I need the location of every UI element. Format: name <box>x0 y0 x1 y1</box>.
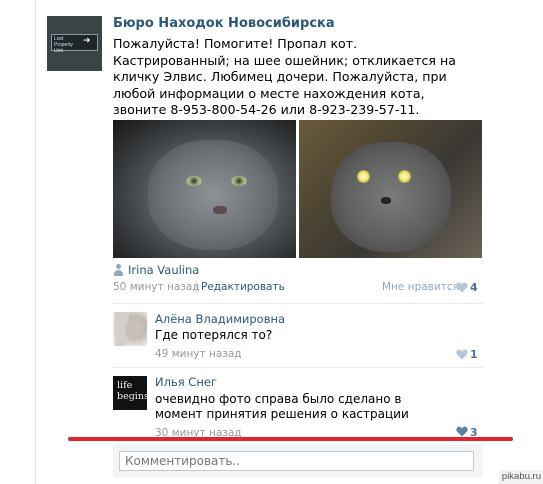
arrow-right-icon: ➜ <box>83 36 91 46</box>
cat-nose <box>381 197 391 204</box>
cat-eye-left <box>357 170 370 183</box>
edit-button[interactable]: Редактировать <box>201 281 285 294</box>
cat-head <box>331 142 451 252</box>
divider <box>113 367 483 368</box>
avatar[interactable] <box>113 312 147 346</box>
post-photo-2[interactable] <box>299 120 482 258</box>
group-avatar-text: Lost Property Unit <box>54 36 73 54</box>
comment-author-link[interactable]: Алёна Владимировна <box>155 312 285 326</box>
like-button[interactable]: Мне нравится <box>382 281 459 294</box>
post-photo-1[interactable] <box>113 120 296 258</box>
comment-text: очевидно фото справа было сделано в моме… <box>155 392 409 421</box>
comment-time-link[interactable]: 49 минут назад <box>155 348 242 361</box>
group-avatar[interactable]: Lost Property Unit ➜ <box>47 16 102 71</box>
cat-eye-right <box>398 170 411 183</box>
watermark: pikabu.ru <box>499 470 543 484</box>
avatar-text: life begins <box>117 380 147 402</box>
post-time-link[interactable]: 50 минут назад <box>113 281 200 294</box>
cat-nose <box>213 206 227 214</box>
like-count: 1 <box>470 348 478 361</box>
feed-left-border <box>35 0 36 484</box>
avatar-face <box>125 320 141 340</box>
comment-author-link[interactable]: Илья Снег <box>155 375 217 389</box>
heart-icon[interactable] <box>456 426 468 437</box>
user-icon <box>113 264 124 276</box>
comment-input[interactable] <box>119 451 474 471</box>
group-name-link[interactable]: Бюро Находок Новосибирска <box>113 15 335 33</box>
cat-head <box>148 140 278 250</box>
divider <box>113 303 483 304</box>
post-text: Пожалуйста! Помогите! Пропал кот. Кастри… <box>113 36 456 117</box>
heart-icon[interactable] <box>456 282 468 293</box>
comment-text: Где потерялся то? <box>155 328 273 342</box>
meta-separator <box>196 282 197 293</box>
post-author-link[interactable]: Irina Vaulina <box>128 263 199 277</box>
cat-eye-right <box>231 176 247 186</box>
cat-eye-left <box>186 176 202 186</box>
avatar[interactable]: life begins <box>113 376 147 410</box>
heart-icon[interactable] <box>456 349 468 360</box>
like-count: 4 <box>470 281 478 294</box>
highlight-underline <box>68 437 513 441</box>
